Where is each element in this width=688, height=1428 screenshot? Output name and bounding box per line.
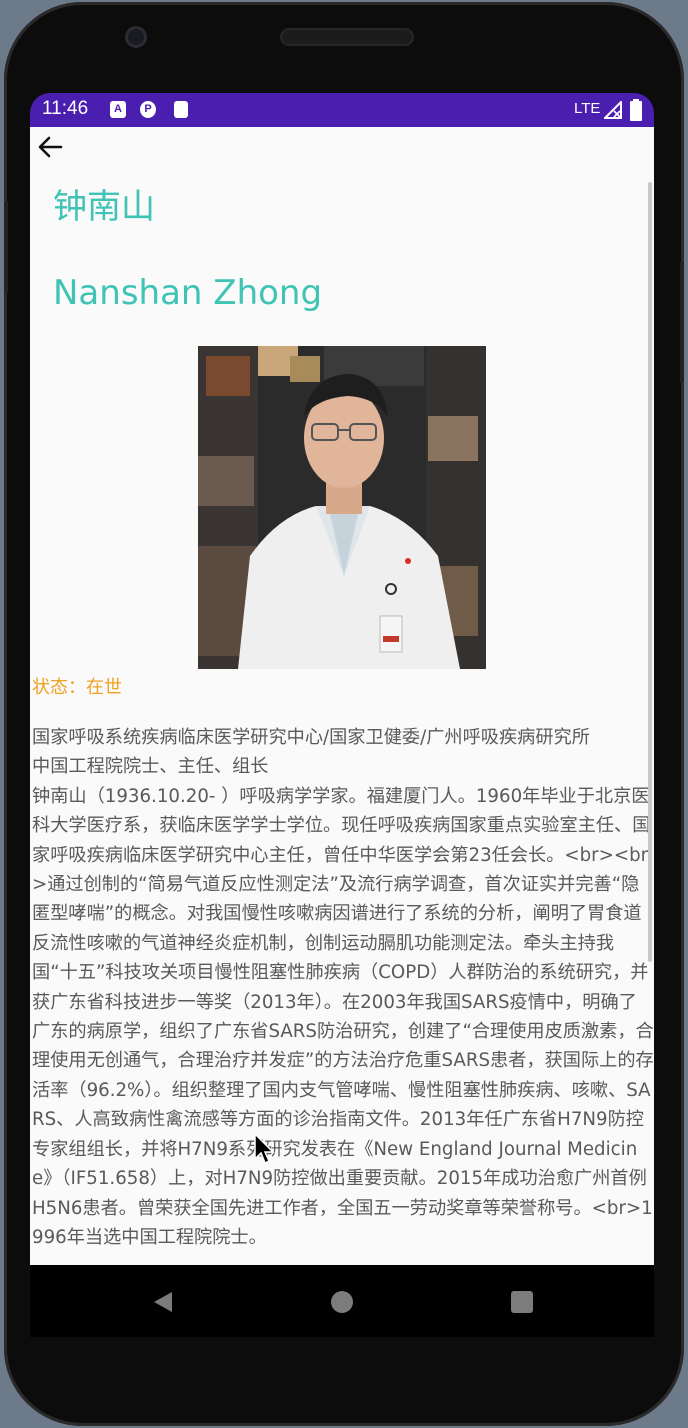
sd-card-icon [174,101,188,118]
nav-recents-icon[interactable] [511,1291,533,1313]
nav-home-icon[interactable] [331,1291,353,1313]
status-bar: 11:46 A P LTE [30,93,654,127]
status-label: 状态：在世 [32,677,122,698]
front-camera [125,26,147,48]
scrollbar[interactable] [648,182,652,962]
detail-page[interactable]: 钟南山 Nanshan Zhong 状态：在世 国家呼吸系统疾病临床医学研究中心… [30,127,654,1265]
mouse-pointer-icon [254,1133,275,1165]
nav-back-icon[interactable] [152,1291,174,1313]
status-time: 11:46 [42,98,89,119]
volume-button [4,202,8,292]
battery-icon [630,99,642,121]
name-chinese: 钟南山 [53,187,155,227]
sync-icon: P [140,101,156,118]
a-icon: A [110,101,126,118]
name-english: Nanshan Zhong [53,273,323,313]
arrow-left-icon[interactable] [34,131,66,163]
power-button [680,262,684,382]
signal-icon [604,101,622,119]
network-type: LTE [574,100,601,117]
biography-text: 国家呼吸系统疾病临床医学研究中心/国家卫健委/广州呼吸疾病研究所 中国工程院院士… [32,727,654,1248]
navigation-bar [30,1265,654,1337]
portrait-photo [198,346,486,669]
screen: 11:46 A P LTE 钟南山 Nanshan Zhong 状态：在世 国家… [30,93,654,1337]
earpiece-speaker [280,28,414,46]
